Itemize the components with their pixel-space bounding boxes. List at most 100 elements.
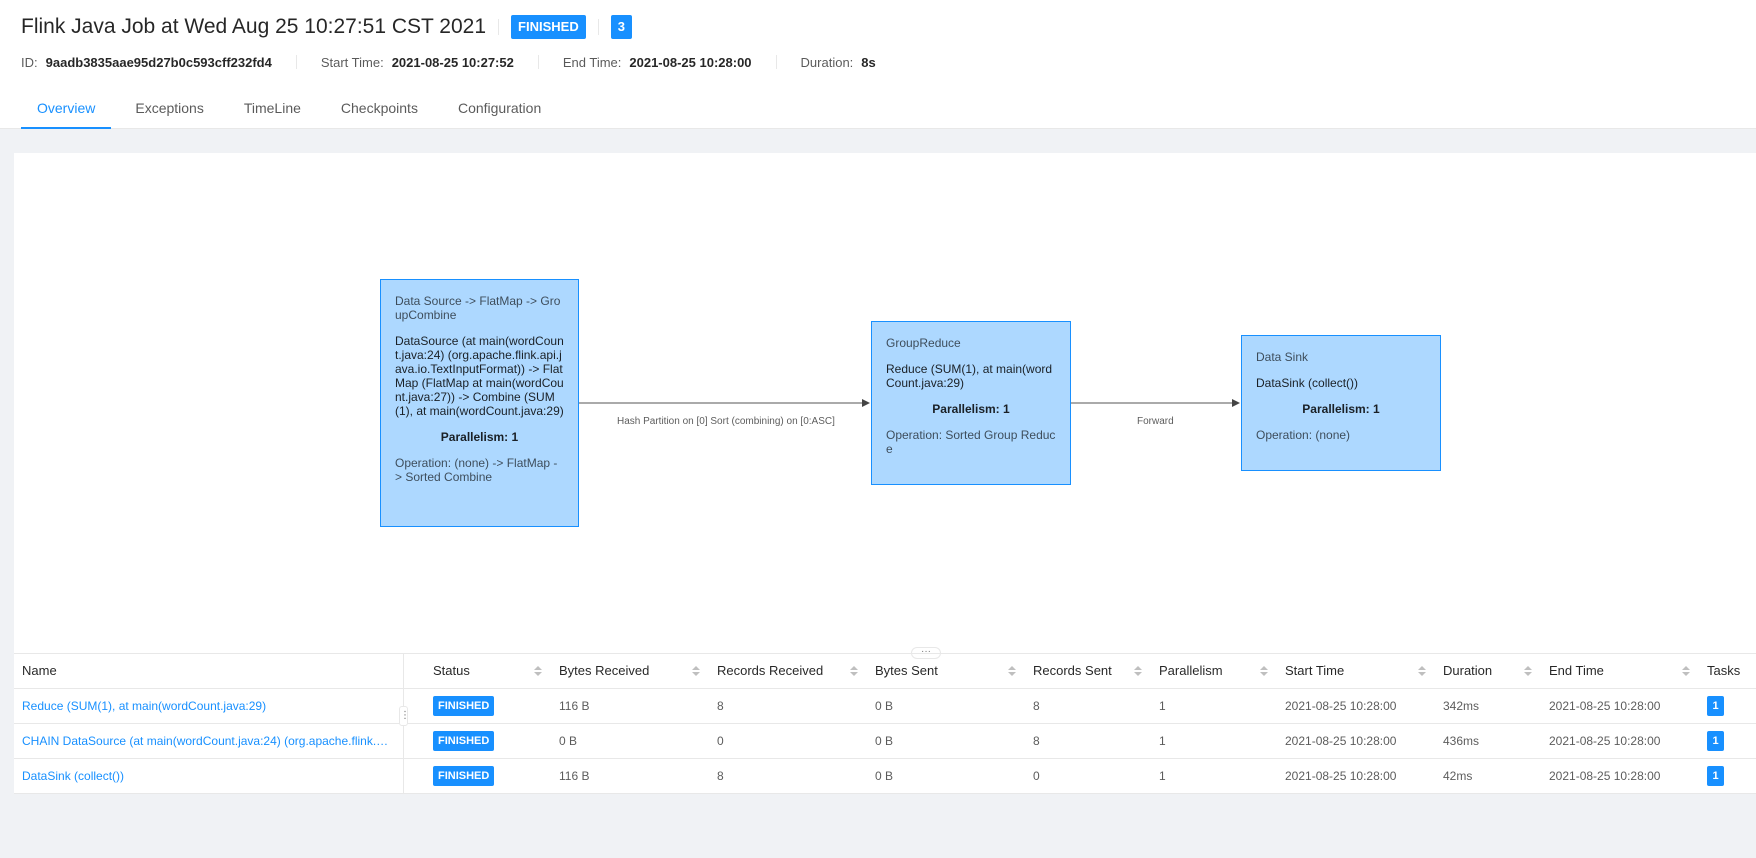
column-header-bytes-sent[interactable]: Bytes Sent bbox=[875, 654, 1005, 688]
duration-label: Duration: bbox=[800, 54, 854, 70]
table-row[interactable]: Reduce (SUM(1), at main(wordCount.java:2… bbox=[14, 689, 1756, 724]
node-operation: Operation: Sorted Group Reduce bbox=[886, 428, 1056, 456]
tasks-cell: 1 bbox=[1707, 724, 1752, 758]
overview-panel: Data Source -> FlatMap -> GroupCombine D… bbox=[14, 153, 1756, 794]
tab-checkpoints[interactable]: Checkpoints bbox=[325, 90, 434, 129]
duration-cell: 436ms bbox=[1443, 734, 1480, 748]
column-header-bytes-received[interactable]: Bytes Received bbox=[559, 654, 689, 688]
bytes-sent-cell: 0 B bbox=[875, 734, 894, 748]
end-time-cell: 2021-08-25 10:28:00 bbox=[1549, 769, 1661, 783]
status-badge: FINISHED bbox=[433, 731, 495, 751]
records-received-cell: 0 bbox=[717, 734, 724, 748]
column-header-duration[interactable]: Duration bbox=[1443, 654, 1533, 688]
column-header-end-time[interactable]: End Time bbox=[1549, 654, 1679, 688]
column-header-status[interactable]: Status bbox=[433, 654, 543, 688]
status-badge: FINISHED bbox=[433, 766, 495, 786]
bytes-received-cell: 0 B bbox=[559, 734, 578, 748]
bytes-sent-cell: 0 B bbox=[875, 769, 894, 783]
column-header-name: Name bbox=[22, 663, 57, 678]
bytes-sent-cell: 0 B bbox=[875, 699, 894, 713]
divider bbox=[295, 55, 297, 69]
parallelism-cell: 1 bbox=[1159, 734, 1166, 748]
table-row[interactable]: DataSink (collect()) FINISHED 116 B 8 0 … bbox=[14, 759, 1756, 794]
vertex-table: Name Status Bytes Received Records Recei… bbox=[14, 653, 1756, 794]
end-time-label: End Time: bbox=[562, 54, 622, 70]
id-label: ID: bbox=[21, 54, 38, 70]
start-time-cell: 2021-08-25 10:28:00 bbox=[1285, 699, 1397, 713]
column-resize-grip[interactable]: ⋮ bbox=[399, 706, 410, 726]
column-header-start-time[interactable]: Start Time bbox=[1285, 654, 1415, 688]
table-header-row: Name Status Bytes Received Records Recei… bbox=[14, 654, 1756, 689]
sort-icon[interactable] bbox=[1260, 666, 1268, 677]
divider bbox=[498, 19, 500, 35]
node-parallelism: Parallelism: 1 bbox=[440, 430, 519, 444]
end-time-cell: 2021-08-25 10:28:00 bbox=[1549, 734, 1661, 748]
vertex-name-link[interactable]: CHAIN DataSource (at main(wordCount.java… bbox=[22, 724, 392, 758]
edge-label-forward: Forward bbox=[1137, 416, 1174, 427]
node-description: DataSource (at main(wordCount.java:24) (… bbox=[395, 334, 564, 418]
records-received-cell: 8 bbox=[717, 699, 724, 713]
sort-icon[interactable] bbox=[534, 666, 542, 677]
sort-icon[interactable] bbox=[1134, 666, 1142, 677]
tab-configuration[interactable]: Configuration bbox=[442, 90, 557, 129]
graph-node-data-sink[interactable]: Data Sink DataSink (collect()) Paralleli… bbox=[1241, 335, 1441, 471]
status-badge: FINISHED bbox=[433, 696, 495, 716]
task-count-badge[interactable]: 1 bbox=[1707, 731, 1724, 751]
records-received-cell: 8 bbox=[717, 769, 724, 783]
status-cell: FINISHED bbox=[433, 724, 543, 758]
node-parallelism: Parallelism: 1 bbox=[932, 402, 1010, 416]
end-time-cell: 2021-08-25 10:28:00 bbox=[1549, 699, 1661, 713]
divider bbox=[597, 19, 599, 35]
records-sent-cell: 8 bbox=[1033, 734, 1040, 748]
job-header: Flink Java Job at Wed Aug 25 10:27:51 CS… bbox=[0, 0, 1756, 129]
divider bbox=[775, 55, 777, 69]
edge-label-hash-partition: Hash Partition on [0] Sort (combining) o… bbox=[617, 416, 835, 427]
node-title: GroupReduce bbox=[886, 336, 961, 350]
id-value: 9aadb3835aae95d27b0c593cff232fd4 bbox=[45, 54, 272, 70]
title-row: Flink Java Job at Wed Aug 25 10:27:51 CS… bbox=[21, 12, 632, 42]
sort-icon[interactable] bbox=[1418, 666, 1426, 677]
sort-icon[interactable] bbox=[850, 666, 858, 677]
bytes-received-cell: 116 B bbox=[559, 769, 590, 783]
node-title: Data Sink bbox=[1256, 350, 1309, 364]
job-graph[interactable]: Data Source -> FlatMap -> GroupCombine D… bbox=[14, 153, 1756, 653]
table-row[interactable]: CHAIN DataSource (at main(wordCount.java… bbox=[14, 724, 1756, 759]
end-time-value: 2021-08-25 10:28:00 bbox=[629, 54, 752, 70]
duration-cell: 42ms bbox=[1443, 769, 1473, 783]
vertex-name-link[interactable]: Reduce (SUM(1), at main(wordCount.java:2… bbox=[22, 689, 392, 723]
sort-icon[interactable] bbox=[1682, 666, 1690, 677]
job-tabs: Overview Exceptions TimeLine Checkpoints… bbox=[21, 90, 565, 129]
vertex-name-link[interactable]: DataSink (collect()) bbox=[22, 759, 392, 793]
records-sent-cell: 0 bbox=[1033, 769, 1040, 783]
records-sent-cell: 8 bbox=[1033, 699, 1040, 713]
column-header-records-sent[interactable]: Records Sent bbox=[1033, 654, 1143, 688]
column-header-records-received[interactable]: Records Received bbox=[717, 654, 847, 688]
status-cell: FINISHED bbox=[433, 689, 543, 723]
tab-exceptions[interactable]: Exceptions bbox=[119, 90, 219, 129]
start-time-cell: 2021-08-25 10:28:00 bbox=[1285, 769, 1397, 783]
job-status-badge: FINISHED bbox=[511, 15, 586, 39]
graph-node-group-reduce[interactable]: GroupReduce Reduce (SUM(1), at main(word… bbox=[871, 321, 1071, 485]
tab-overview[interactable]: Overview bbox=[21, 90, 112, 129]
status-cell: FINISHED bbox=[433, 759, 543, 793]
start-time-cell: 2021-08-25 10:28:00 bbox=[1285, 734, 1397, 748]
node-operation: Operation: (none) -> FlatMap -> Sorted C… bbox=[395, 456, 558, 484]
duration-cell: 342ms bbox=[1443, 699, 1480, 713]
duration-value: 8s bbox=[861, 54, 876, 70]
column-header-parallelism[interactable]: Parallelism bbox=[1159, 654, 1269, 688]
divider bbox=[537, 55, 539, 69]
job-title: Flink Java Job at Wed Aug 25 10:27:51 CS… bbox=[21, 15, 487, 38]
node-description: Reduce (SUM(1), at main(wordCount.java:2… bbox=[886, 362, 1053, 390]
graph-node-data-source[interactable]: Data Source -> FlatMap -> GroupCombine D… bbox=[380, 279, 579, 527]
sort-icon[interactable] bbox=[692, 666, 700, 677]
task-count-badge[interactable]: 1 bbox=[1707, 766, 1724, 786]
tasks-cell: 1 bbox=[1707, 759, 1752, 793]
sort-icon[interactable] bbox=[1524, 666, 1532, 677]
tab-timeline[interactable]: TimeLine bbox=[228, 90, 317, 129]
task-count-badge[interactable]: 1 bbox=[1707, 696, 1724, 716]
job-meta: ID: 9aadb3835aae95d27b0c593cff232fd4 Sta… bbox=[21, 52, 876, 72]
node-title: Data Source -> FlatMap -> GroupCombine bbox=[395, 294, 561, 322]
bytes-received-cell: 116 B bbox=[559, 699, 590, 713]
parallelism-cell: 1 bbox=[1159, 699, 1166, 713]
sort-icon[interactable] bbox=[1008, 666, 1016, 677]
